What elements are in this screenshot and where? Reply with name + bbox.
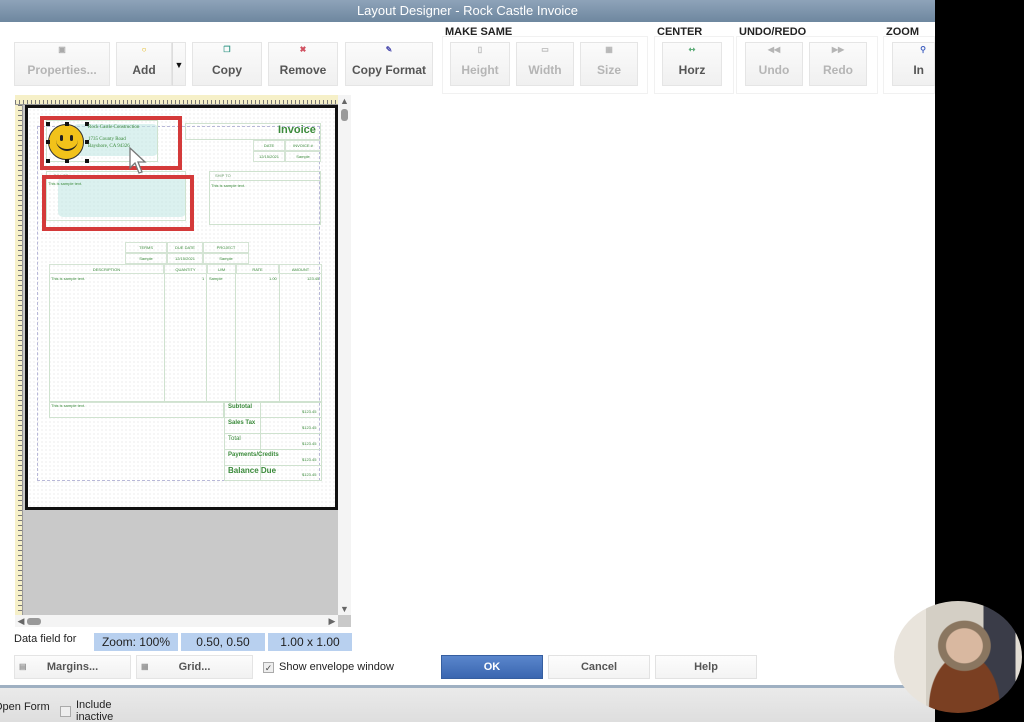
center-horizontal-icon: ⇿ [688,45,696,54]
invoice-title: Invoice [278,124,316,136]
item-quantity: 1 [202,276,205,281]
position-status: 0.50, 0.50 [181,633,265,651]
properties-button[interactable]: ▣ Properties... [14,42,110,86]
subtotal-value: $123.45 [302,409,317,414]
include-inactive-label[interactable]: Include inactive [76,699,136,721]
size-status: 1.00 x 1.00 [268,633,352,651]
screen: Layout Designer - Rock Castle Invoice ▣ … [0,0,1024,722]
scroll-left-icon[interactable]: ◀ [15,615,27,627]
layout-canvas[interactable]: Rock Castle Construction 1735 County Roa… [15,95,351,627]
background-app-bar [0,688,935,722]
item-rate: 1.00 [269,276,277,281]
horizontal-scroll-thumb[interactable] [27,618,41,625]
footer-text: This is sample text. [51,403,86,408]
margins-button[interactable]: ▤ Margins... [14,655,131,679]
toolbar: ▣ Properties... ○ Add ▼ ❐ Copy ✖ Remove … [0,22,935,94]
zoom-status: Zoom: 100% [94,633,178,651]
open-form-button[interactable]: Open Form [0,701,50,713]
horizontal-ruler [15,95,338,105]
vertical-scrollbar[interactable]: ▲ ▼ [338,95,351,615]
terms-value[interactable]: Sample [125,253,167,264]
ok-button[interactable]: OK [441,655,543,679]
item-description: This is sample text. [51,276,86,281]
height-icon: ▯ [477,45,483,54]
add-icon: ○ [141,45,147,54]
item-um: Sample [209,276,223,281]
caret-down-icon: ▼ [174,60,184,70]
due-date-header[interactable]: DUE DATE [167,242,203,253]
remove-button[interactable]: ✖ Remove [268,42,338,86]
selected-field-label: Data field for Logo [14,633,77,645]
redo-icon: ▶▶ [831,45,845,54]
ship-to-text: This is sample text. [211,183,246,188]
sales-tax-value: $123.45 [302,425,317,430]
item-amount: 123.45 [307,276,320,281]
scroll-up-icon[interactable]: ▲ [338,95,351,107]
form-page[interactable]: Rock Castle Construction 1735 County Roa… [25,105,338,510]
center-horz-button[interactable]: ⇿ Horz [662,42,722,86]
terms-header[interactable]: TERMS [125,242,167,253]
invoice-number-value[interactable]: Sample [285,151,321,162]
ship-to-label: SHIP TO [215,173,231,178]
undo-button[interactable]: ◀◀ Undo [745,42,803,86]
grid-button[interactable]: ▦ Grid... [136,655,253,679]
add-button[interactable]: ○ Add [116,42,172,86]
project-value[interactable]: Sample [203,253,249,264]
zoom-in-button[interactable]: ⚲ In [892,42,935,86]
col-rate[interactable]: RATE [236,264,279,274]
date-value[interactable]: 12/15/2021 [253,151,285,162]
layout-designer-window: Layout Designer - Rock Castle Invoice ▣ … [0,0,935,688]
mouse-cursor-icon [129,146,147,174]
vertical-scroll-thumb[interactable] [341,109,348,121]
total-label: Total [228,436,241,442]
copy-format-button[interactable]: ✎ Copy Format [345,42,433,86]
copy-icon: ❐ [223,45,231,54]
remove-icon: ✖ [299,45,307,54]
col-description[interactable]: DESCRIPTION [49,264,164,274]
properties-icon: ▣ [58,45,66,54]
subtotal-label: Subtotal [228,404,252,410]
show-envelope-checkbox[interactable]: ✓ [263,662,274,673]
window-title: Layout Designer - Rock Castle Invoice [0,0,935,22]
annotation-highlight-logo [40,116,182,170]
make-same-size-button[interactable]: ▦ Size [580,42,638,86]
include-inactive-checkbox[interactable] [60,706,71,717]
vertical-ruler [15,105,23,615]
undo-icon: ◀◀ [767,45,781,54]
cancel-button[interactable]: Cancel [548,655,650,679]
redo-button[interactable]: ▶▶ Redo [809,42,867,86]
invoice-number-header[interactable]: INVOICE # [285,140,321,151]
magnifier-icon: ⚲ [920,45,926,54]
help-button[interactable]: Help [655,655,757,679]
horizontal-scrollbar[interactable]: ◀ ▶ [15,615,338,627]
annotation-highlight-bill-to [42,175,194,231]
balance-due-value: $123.45 [302,472,317,477]
col-quantity[interactable]: QUANTITY [164,264,207,274]
width-icon: ▭ [541,45,549,54]
balance-due-label: Balance Due [228,466,277,475]
show-envelope-label[interactable]: Show envelope window [279,661,394,673]
project-header[interactable]: PROJECT [203,242,249,253]
col-amount[interactable]: AMOUNT [279,264,322,274]
size-icon: ▦ [605,45,613,54]
make-same-height-button[interactable]: ▯ Height [450,42,510,86]
payments-credits-label: Payments/Credits [228,452,279,458]
col-um[interactable]: U/M [207,264,236,274]
webcam-presenter-video [894,601,1022,713]
copy-button[interactable]: ❐ Copy [192,42,262,86]
payments-credits-value: $123.45 [302,457,317,462]
total-value: $123.45 [302,441,317,446]
due-date-value[interactable]: 12/15/2021 [167,253,203,264]
date-header[interactable]: DATE [253,140,285,151]
make-same-width-button[interactable]: ▭ Width [516,42,574,86]
copy-format-icon: ✎ [385,45,393,54]
sales-tax-label: Sales Tax [228,420,256,426]
add-dropdown-button[interactable]: ▼ [172,42,186,86]
scroll-down-icon[interactable]: ▼ [338,603,351,615]
scroll-right-icon[interactable]: ▶ [326,615,338,627]
